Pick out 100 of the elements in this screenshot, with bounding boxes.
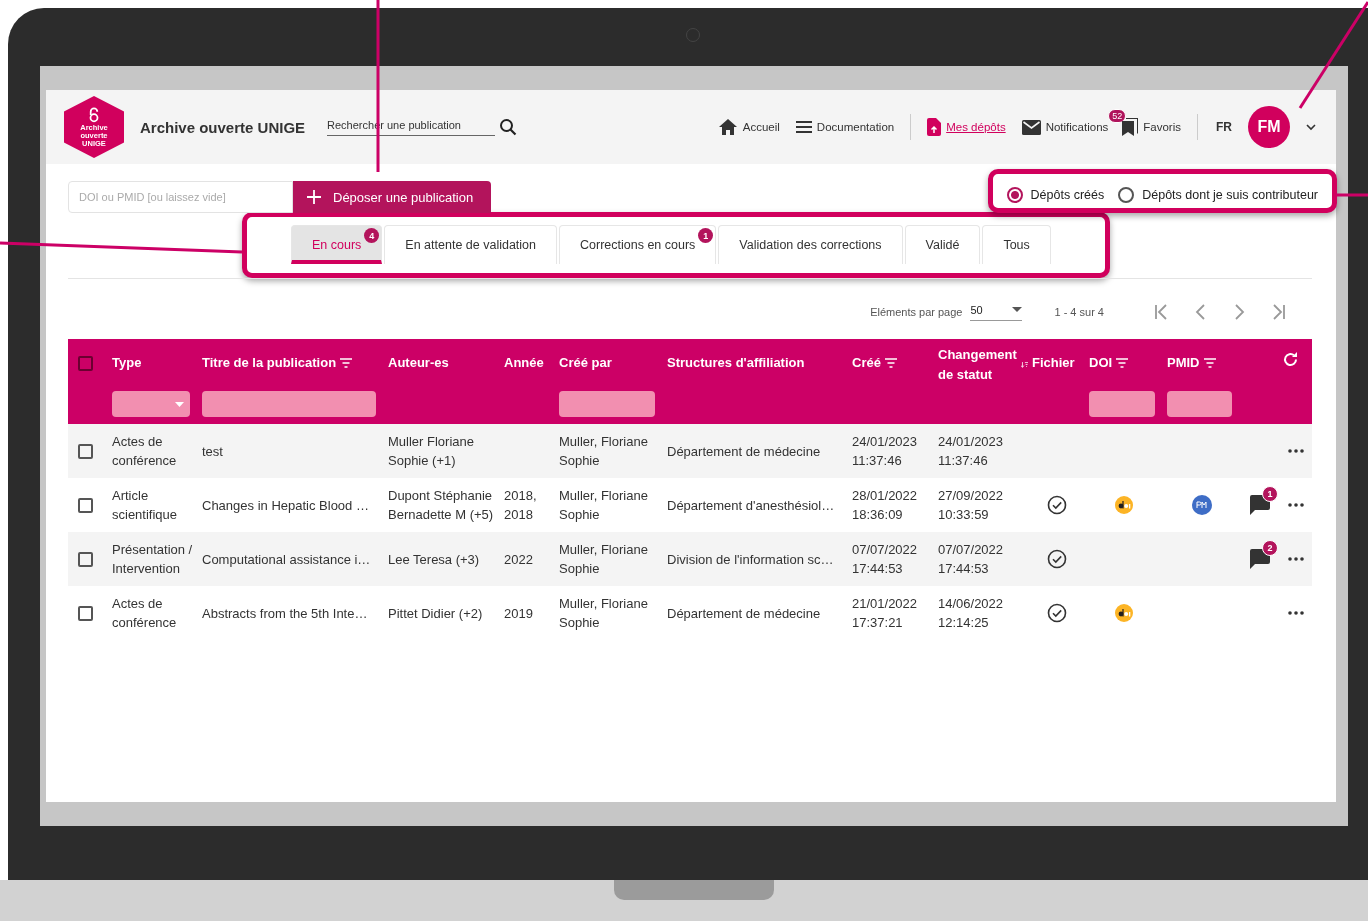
table-cell-text: Muller, Floriane Sophie <box>559 595 649 632</box>
radio-button[interactable] <box>1006 187 1023 203</box>
bookmarks-icon <box>1122 118 1139 136</box>
table-cell-text: Changes in Hepatic Blood … <box>202 496 369 515</box>
table-row[interactable]: Actes de conférence Abstracts from the 5th Inte… Pittet Didier (+2) 2019 Muller, Floriane Sophie Département de médecine 21/01/2022 17:37:21 14/06/2022 12:14:25 <box>68 586 1312 640</box>
table-cell-text: 14/06/2022 12:14:25 <box>938 595 1005 632</box>
deposit-button[interactable]: Déposer une publication <box>293 181 491 213</box>
table-cell-text: 2019 <box>504 604 533 623</box>
filter-field[interactable] <box>559 391 655 417</box>
notification-badge: 52 <box>1108 109 1127 123</box>
site-title[interactable]: Archive ouverte UNIGE <box>140 118 306 136</box>
nav-link[interactable]: Documentation <box>795 121 895 133</box>
column-header[interactable]: Auteur-es <box>388 345 500 381</box>
dropdown-arrow-icon <box>1012 307 1023 312</box>
page-size-select[interactable]: 50 <box>970 303 1023 321</box>
radio-option[interactable]: Dépôts dont je suis contributeur <box>1118 187 1318 203</box>
table-cell-text: Pittet Didier (+2) <box>388 604 483 623</box>
table-cell-text: Muller Floriane Sophie (+1) <box>388 433 475 470</box>
column-header[interactable]: DOI <box>1089 345 1163 381</box>
plus-icon <box>307 190 321 204</box>
table-cell-text: 27/09/2022 10:33:59 <box>938 487 1005 524</box>
tab[interactable]: Tous <box>982 225 1051 264</box>
column-header[interactable]: Type <box>112 345 198 381</box>
tab[interactable]: En attente de validation <box>384 225 557 264</box>
filter-field[interactable] <box>1167 391 1232 417</box>
count-badge: 4 <box>364 228 380 243</box>
filter-field[interactable] <box>202 391 376 417</box>
table-cell-text: Département d'anesthésiol… <box>667 496 835 515</box>
chevron-down-icon[interactable] <box>1306 123 1316 131</box>
more-options-icon[interactable] <box>1288 557 1304 561</box>
row-checkbox[interactable] <box>78 497 93 513</box>
pubmed-logo-icon[interactable] <box>1191 495 1212 515</box>
table-cell-text: 07/07/2022 17:44:53 <box>938 541 1005 578</box>
tab[interactable]: En cours 4 <box>291 225 383 264</box>
doi-logo-icon[interactable] <box>1115 604 1133 622</box>
menu-icon <box>795 121 812 133</box>
comment-icon[interactable] <box>1250 495 1270 515</box>
column-header[interactable]: Créé <box>852 345 934 381</box>
doi-logo-icon[interactable] <box>1115 496 1133 514</box>
table-cell-text: Dupont Stéphanie Bernadette M (+5) <box>388 487 495 524</box>
table-cell-text: 24/01/2023 11:37:46 <box>852 433 919 470</box>
page-size-label: Eléments par page <box>870 306 963 318</box>
nav-link[interactable]: Accueil <box>717 118 780 136</box>
table-cell-text: Muller, Floriane Sophie <box>559 487 649 524</box>
table-cell-text: 24/01/2023 11:37:46 <box>938 433 1005 470</box>
row-checkbox[interactable] <box>78 605 93 621</box>
select-all-checkbox[interactable] <box>78 356 93 371</box>
search-icon[interactable] <box>499 118 518 136</box>
radio-option[interactable]: Dépôts créés <box>1006 187 1105 203</box>
column-header[interactable]: Structures d'affiliation <box>667 345 848 381</box>
table-cell-text: 28/01/2022 18:36:09 <box>852 487 919 524</box>
table-cell-text: Article scientifique <box>112 487 179 524</box>
file-upload-icon <box>927 118 942 136</box>
column-header[interactable]: Créé par <box>559 345 663 381</box>
table-cell-text: Département de médecine <box>667 604 821 623</box>
filter-field[interactable] <box>1089 391 1155 417</box>
column-header[interactable]: Changement de statut <box>938 345 1028 385</box>
refresh-icon[interactable] <box>1281 351 1299 368</box>
more-options-icon[interactable] <box>1288 449 1304 453</box>
table-cell-text: 21/01/2022 17:37:21 <box>852 595 919 632</box>
language-switch[interactable]: FR <box>1216 120 1232 134</box>
table-cell-text: 2018, 2018 <box>504 487 538 524</box>
tab[interactable]: Validé <box>904 225 981 264</box>
table-cell-text: test <box>202 442 223 461</box>
table-cell-text: Actes de conférence <box>112 433 178 470</box>
row-checkbox[interactable] <box>78 551 93 567</box>
column-header[interactable]: PMID <box>1167 345 1240 381</box>
tab[interactable]: Validation des corrections <box>718 225 903 264</box>
doi-input-field[interactable]: DOI ou PMID [ou laissez vide] <box>68 181 293 213</box>
table-cell-text: Division de l'information sc… <box>667 550 834 569</box>
table-cell-text: Lee Teresa (+3) <box>388 550 480 569</box>
home-icon <box>717 118 738 136</box>
count-badge: 2 <box>1262 540 1278 556</box>
tab[interactable]: Corrections en cours 1 <box>559 225 717 264</box>
more-options-icon[interactable] <box>1288 503 1304 507</box>
user-avatar[interactable]: FM <box>1248 106 1290 148</box>
comment-icon[interactable] <box>1250 549 1270 569</box>
page-range: 1 - 4 sur 4 <box>1054 306 1104 318</box>
column-header[interactable]: Fichier <box>1032 345 1085 381</box>
table-row[interactable]: Actes de conférence test Muller Floriane Sophie (+1) Muller, Floriane Sophie Département de médecine 24/01/2023 11:37:46 24/01/2023 11:37:46 <box>68 424 1312 478</box>
dropdown-arrow-icon <box>175 401 184 407</box>
column-header[interactable]: Titre de la publication <box>202 345 384 381</box>
more-options-icon[interactable] <box>1288 611 1304 615</box>
table-cell-text: Abstracts from the 5th Inte… <box>202 604 368 623</box>
nav-link[interactable]: Mes dépôts <box>927 118 1006 136</box>
row-checkbox[interactable] <box>78 443 93 459</box>
table-cell-text: Actes de conférence <box>112 595 178 632</box>
envelope-icon <box>1021 119 1041 135</box>
table-cell-text: Département de médecine <box>667 442 821 461</box>
nav-link[interactable]: Notifications <box>1021 119 1109 135</box>
table-cell-text: Muller, Floriane Sophie <box>559 541 649 578</box>
table-cell-text: 07/07/2022 17:44:53 <box>852 541 919 578</box>
table-cell-text: 2022 <box>504 550 533 569</box>
count-badge: 1 <box>698 228 714 243</box>
count-badge: 1 <box>1262 486 1278 502</box>
table-cell-text: Présentation / Intervention <box>112 541 194 578</box>
table-cell-text: Muller, Floriane Sophie <box>559 433 649 470</box>
table-row[interactable]: Article scientifique Changes in Hepatic Blood … Dupont Stéphanie Bernadette M (+5) 2018, 2018 Muller, Floriane Sophie Département d'anesthésiol… 28/01/2022 18:36:09 27/09/2022 10:33:59 1 <box>68 478 1312 532</box>
column-header[interactable]: Année <box>504 345 555 381</box>
radio-button[interactable] <box>1118 187 1135 203</box>
